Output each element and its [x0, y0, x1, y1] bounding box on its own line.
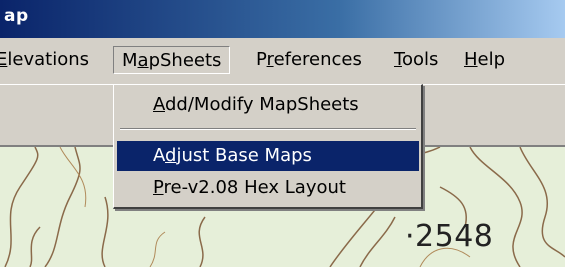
menu-item-add-modify-mapsheets[interactable]: Add/Modify MapSheets: [117, 90, 419, 120]
menu-bar: Elevations MapSheets Preferences Tools H…: [0, 38, 565, 85]
mapsheets-dropdown: Add/Modify MapSheets Adjust Base Maps Pr…: [113, 84, 423, 209]
menu-item-adjust-base-maps[interactable]: Adjust Base Maps: [117, 141, 419, 171]
menu-item-pre-v208-hex-layout[interactable]: Pre-v2.08 Hex Layout: [117, 173, 419, 203]
menu-elevations[interactable]: Elevations: [0, 46, 97, 74]
window-title: ap: [4, 6, 29, 26]
title-bar: ap: [0, 0, 565, 38]
elevation-label: ·2548: [405, 219, 494, 254]
menu-mapsheets[interactable]: MapSheets: [113, 46, 231, 74]
menu-help[interactable]: Help: [456, 46, 513, 74]
menu-separator: [120, 128, 416, 130]
menu-preferences[interactable]: Preferences: [248, 46, 370, 74]
menu-tools[interactable]: Tools: [386, 46, 446, 74]
